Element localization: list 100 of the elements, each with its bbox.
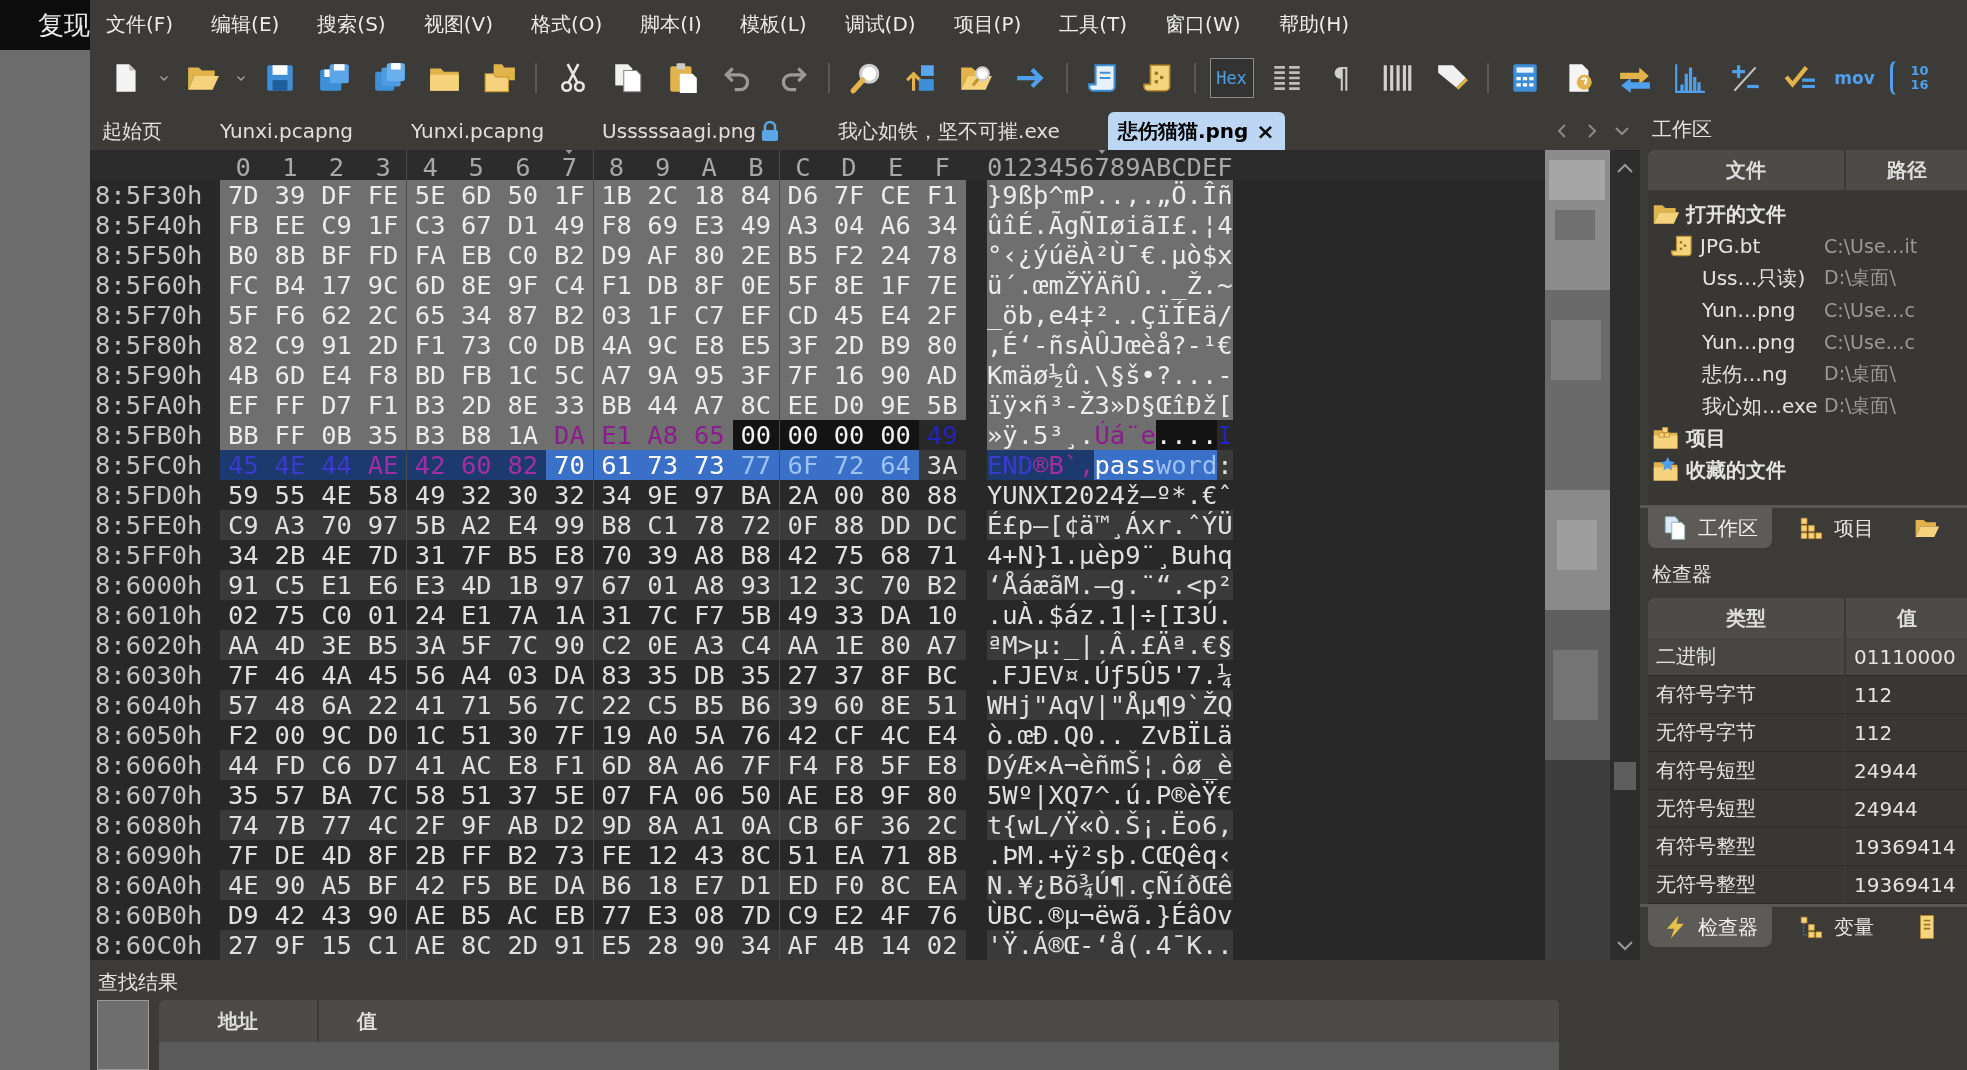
menu-item[interactable]: 项目(P): [949, 6, 1026, 42]
hex-byte: E1: [459, 600, 493, 630]
file-tab[interactable]: 我心如铁，坚不可摧.exe: [828, 112, 1086, 150]
file-tab[interactable]: 起始页: [92, 112, 188, 150]
hex-byte: CF: [832, 720, 866, 750]
menu-item[interactable]: 搜索(S): [313, 6, 390, 42]
panel-tab[interactable]: 项目: [1784, 508, 1888, 548]
panel-tab[interactable]: 检查器: [1648, 907, 1772, 947]
ascii-text: t{wL/Ÿ«Ò.Š¡.Ëo6,: [987, 810, 1233, 840]
inspector-row[interactable]: 有符号字节 112: [1648, 676, 1967, 714]
panel-tab[interactable]: 变量: [1784, 907, 1888, 947]
menu-item[interactable]: 编辑(E): [207, 6, 284, 42]
menu-item[interactable]: 工具(T): [1055, 6, 1132, 42]
hex-byte: DB: [692, 660, 726, 690]
hex-view-button[interactable]: Hex: [1209, 58, 1254, 98]
inspector-row[interactable]: 无符号字节 112: [1648, 714, 1967, 752]
scroll-down-icon[interactable]: [1616, 940, 1634, 952]
base-convert-button[interactable]: 10 16: [1889, 60, 1930, 96]
hex-byte: BB: [220, 420, 267, 450]
hex-byte: 71: [925, 540, 959, 570]
hex-byte: 46: [273, 660, 307, 690]
file-name[interactable]: Yun…png: [1702, 298, 1796, 322]
menu-item[interactable]: 模板(L): [735, 6, 811, 42]
hex-byte: 80: [685, 240, 733, 270]
mov-button[interactable]: mov: [1833, 60, 1876, 96]
menu-item[interactable]: 窗口(W): [1161, 6, 1245, 42]
hex-byte: B8: [592, 510, 640, 540]
hex-byte: 2D: [359, 330, 407, 360]
ascii-text: ÙBC.®µ¬ëwã.}ÉâOv: [987, 900, 1233, 930]
hex-byte: 72: [825, 450, 873, 480]
ascii-text: .uÀ.$áz.1|÷[I3Ú.: [987, 600, 1233, 630]
inspector-row[interactable]: 无符号整型 19369414: [1648, 866, 1967, 904]
ascii-text: word: [1155, 450, 1218, 480]
file-tab[interactable]: 悲伤猫猫.png ×: [1107, 112, 1285, 150]
hex-byte: 71: [879, 840, 912, 870]
hex-byte: BF: [359, 870, 407, 900]
offset-label: 8:5F90h: [94, 360, 204, 390]
tree-item[interactable]: 打开的文件: [1648, 198, 1786, 230]
hex-byte: 8C: [739, 840, 773, 870]
file-name[interactable]: Uss…只读): [1702, 264, 1806, 292]
hex-byte: 27: [220, 930, 267, 960]
folders-icon[interactable]: [482, 61, 517, 95]
hex-byte: C9: [266, 330, 314, 360]
menu-item[interactable]: 调试(D): [840, 6, 920, 42]
file-tab[interactable]: Usssssaagi.png: [592, 112, 807, 150]
bar-chart-icon[interactable]: [1672, 61, 1707, 95]
hex-byte: AF: [779, 930, 826, 960]
hex-byte: 2C: [639, 180, 686, 210]
file-name[interactable]: JPG.bt: [1700, 234, 1761, 258]
file-tab[interactable]: Yunxi.pcapng: [401, 112, 571, 150]
hex-byte: 7C: [546, 690, 593, 720]
tree-item[interactable]: 项目: [1648, 422, 1726, 454]
menu-item[interactable]: 格式(O): [526, 6, 607, 42]
hex-byte: 7F: [226, 660, 260, 690]
hex-byte: 3F: [779, 330, 826, 360]
hex-byte: C5: [266, 570, 314, 600]
hex-byte: C9: [220, 510, 267, 540]
hex-byte: 1F: [359, 210, 407, 240]
file-name[interactable]: 悲伤…ng: [1702, 360, 1788, 388]
panel-tab[interactable]: 工作区: [1648, 508, 1772, 548]
offset-label: 8:6080h: [94, 810, 204, 840]
hex-byte: 9C: [639, 330, 686, 360]
inspector-row[interactable]: 无符号短型 24944: [1648, 790, 1967, 828]
hex-byte: 93: [732, 570, 780, 600]
column-header: 值: [356, 1007, 377, 1035]
menu-item[interactable]: 文件(F): [102, 6, 178, 42]
blocks-icon: [1798, 914, 1824, 940]
inspector-row[interactable]: 有符号短型 24944: [1648, 752, 1967, 790]
file-tab[interactable]: Yunxi.pcapng: [210, 112, 380, 150]
tree-item[interactable]: 收藏的文件: [1648, 454, 1786, 486]
hex-byte: F1: [546, 750, 593, 780]
panel-title: 检查器: [1651, 561, 1713, 588]
inspector-row[interactable]: 有符号整型 19369414: [1648, 828, 1967, 866]
pilcrow-button[interactable]: ¶: [1324, 58, 1359, 98]
scroll-up-icon[interactable]: [1616, 162, 1634, 174]
menu-item[interactable]: 视图(V): [419, 6, 497, 42]
hex-byte: A3: [779, 210, 826, 240]
close-button[interactable]: ×: [1252, 118, 1275, 144]
hex-byte: 9E: [646, 480, 679, 510]
hex-byte: BC: [925, 660, 959, 690]
hex-byte: E8: [832, 780, 866, 810]
hex-byte: 4C: [359, 810, 407, 840]
scrollbar-thumb[interactable]: [1614, 762, 1636, 790]
column-label: 3: [375, 152, 391, 182]
hex-byte: DB: [639, 270, 686, 300]
column-label: 1: [282, 152, 298, 182]
ascii-text: pass: [1094, 450, 1156, 480]
hex-byte: BA: [320, 780, 353, 810]
hex-byte: 4E: [320, 540, 353, 570]
inspector-row[interactable]: 二进制 01110000: [1648, 638, 1967, 676]
hex-byte: 5F: [452, 630, 500, 660]
menu-item[interactable]: 脚本(I): [636, 6, 706, 42]
hex-byte: 14: [872, 930, 919, 960]
file-name[interactable]: 我心如…exe: [1702, 392, 1818, 420]
hex-byte: BA: [739, 480, 773, 510]
hex-byte: DE: [273, 840, 307, 870]
hex-byte: 7F: [732, 750, 780, 780]
menu-item[interactable]: 帮助(H): [1274, 6, 1354, 42]
hex-byte: AD: [918, 360, 966, 390]
file-name[interactable]: Yun…png: [1702, 330, 1796, 354]
